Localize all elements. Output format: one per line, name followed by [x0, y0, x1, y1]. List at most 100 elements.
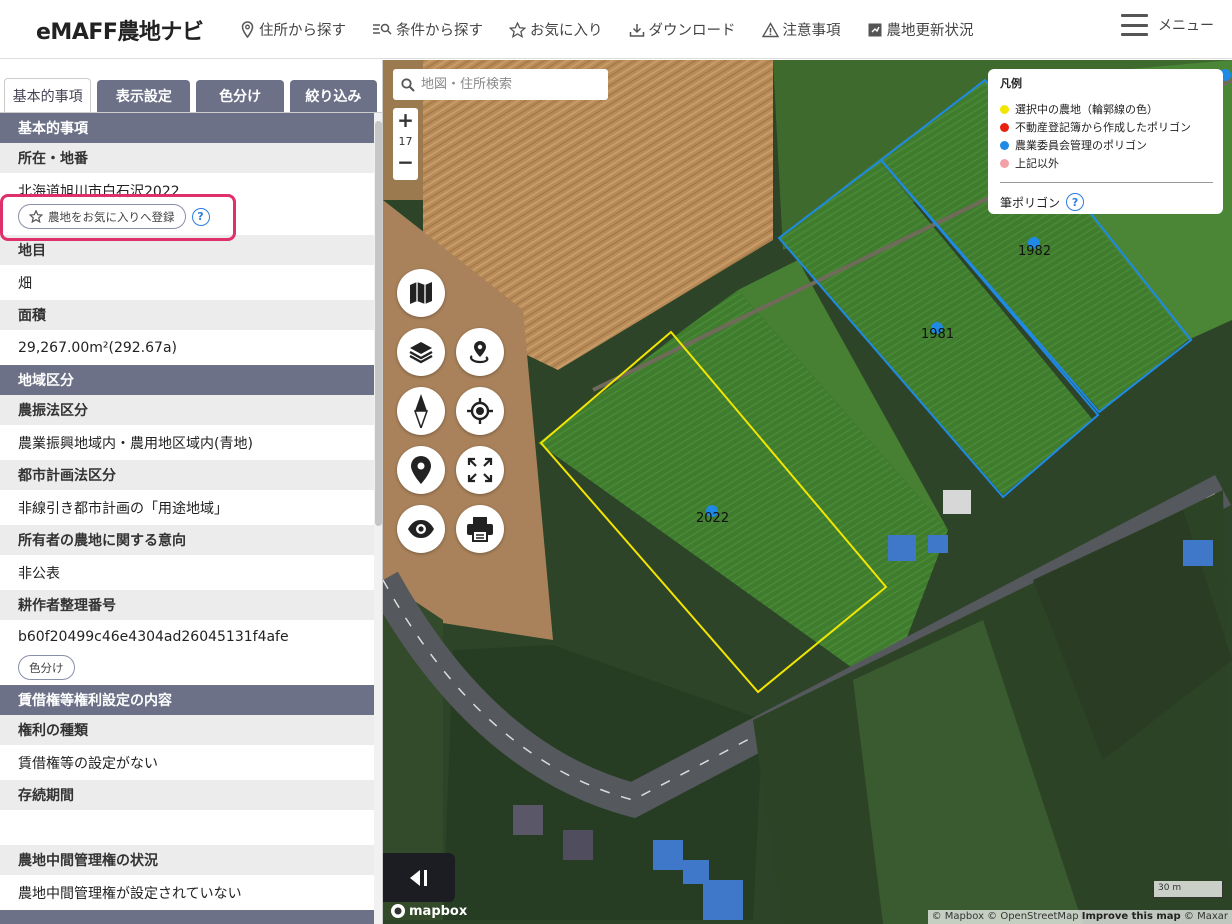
crosshair-icon: [467, 398, 493, 424]
nav-label: お気に入り: [530, 23, 603, 39]
legend-label: 農業委員会管理のポリゴン: [1015, 139, 1147, 152]
basemap-button[interactable]: [397, 269, 445, 317]
eye-icon: [408, 520, 434, 538]
section-lease: 賃借権等権利設定の内容: [0, 685, 374, 715]
map-view[interactable]: 2022 1981 1982 + 17 − 凡例 選択中の農地（輪郭線の色）: [383, 60, 1232, 924]
nav-label: 農地更新状況: [886, 23, 974, 39]
area-value: 29,267.00m²(292.67a): [18, 339, 177, 356]
tab-basic-info[interactable]: 基本的事項: [4, 78, 92, 112]
mapbox-logo[interactable]: mapbox: [390, 903, 467, 919]
search-icon: [401, 77, 415, 92]
app-header: eMAFF農地ナビ 住所から探す 条件から探す お気に入り ダウンロード 注意事…: [0, 0, 1232, 59]
zoom-out-button[interactable]: −: [393, 150, 418, 174]
legend-label: 選択中の農地（輪郭線の色）: [1015, 103, 1158, 116]
legend-item: 不動産登記簿から作成したポリゴン: [1000, 118, 1213, 136]
parcel-label[interactable]: 1981: [921, 327, 954, 342]
parcel-label[interactable]: 2022: [696, 511, 729, 526]
zoom-in-button[interactable]: +: [393, 108, 418, 132]
intermediary-value: 農地中間管理権が設定されていない: [18, 885, 242, 902]
duration-label: 存続期間: [0, 780, 374, 810]
tab-display-settings[interactable]: 表示設定: [97, 80, 191, 112]
attribution-text[interactable]: © Mapbox © OpenStreetMap: [932, 911, 1079, 922]
add-favorite-button[interactable]: 農地をお気に入りへ登録: [18, 204, 186, 229]
duration-value: [0, 810, 374, 845]
legend-divider: [1000, 182, 1213, 183]
farm-law-label: 農振法区分: [0, 395, 374, 425]
map-pin-icon: [411, 456, 431, 484]
add-favorite-label: 農地をお気に入りへ登録: [48, 209, 175, 224]
nav-notices[interactable]: 注意事項: [761, 19, 841, 40]
map-attribution: © Mapbox © OpenStreetMap Improve this ma…: [927, 910, 1232, 924]
fullscreen-icon: [467, 457, 493, 483]
sidebar-tabs: 基本的事項 表示設定 色分け 絞り込み: [0, 60, 382, 113]
help-icon[interactable]: ?: [191, 207, 210, 226]
city-plan-label: 都市計画法区分: [0, 460, 374, 490]
map-scale: 30 m: [1153, 881, 1223, 898]
tab-filter[interactable]: 絞り込み: [289, 80, 378, 112]
help-icon[interactable]: ?: [1066, 193, 1085, 211]
zoom-level: 17: [398, 134, 413, 148]
nav-download[interactable]: ダウンロード: [629, 19, 736, 40]
color-row: 色分け: [0, 650, 374, 685]
map-search-input[interactable]: [421, 77, 591, 92]
legend-item: 農業委員会管理のポリゴン: [1000, 136, 1213, 154]
hamburger-icon: [1121, 14, 1148, 36]
maxar-attribution[interactable]: © Maxar: [1184, 911, 1228, 922]
print-button[interactable]: [456, 505, 504, 553]
legend-item: 選択中の農地（輪郭線の色）: [1000, 100, 1213, 118]
owner-intent-value: 非公表: [18, 565, 60, 582]
collapse-left-icon: [410, 869, 427, 886]
star-icon: [29, 210, 43, 223]
menu-button[interactable]: メニュー: [1121, 14, 1214, 36]
legend-label: 上記以外: [1015, 157, 1059, 170]
sidebar-scrollbar[interactable]: [374, 113, 382, 924]
collapse-sidebar-button[interactable]: [383, 853, 455, 902]
pen-polygon-row: 筆ポリゴン ?: [1000, 193, 1213, 211]
map-search-box[interactable]: [393, 69, 608, 100]
fullscreen-button[interactable]: [456, 446, 504, 494]
nav-condition-search[interactable]: 条件から探す: [372, 19, 483, 40]
nav-address-search[interactable]: 住所から探す: [240, 19, 346, 40]
location-value: 北海道旭川市白石沢2022: [18, 184, 180, 198]
warning-icon: [761, 21, 779, 37]
menu-label: メニュー: [1158, 18, 1214, 34]
owner-intent-label: 所有者の農地に関する意向: [0, 525, 374, 555]
legend-label: 不動産登記簿から作成したポリゴン: [1015, 121, 1191, 134]
right-type-value: 賃借権等の設定がない: [18, 755, 158, 772]
compass-button[interactable]: [397, 387, 445, 435]
current-location-button[interactable]: [456, 387, 504, 435]
land-type-value: 畑: [18, 275, 32, 292]
color-code-button[interactable]: 色分け: [18, 655, 75, 680]
route-pin-button[interactable]: [456, 328, 504, 376]
pen-polygon-label: 筆ポリゴン: [1000, 195, 1061, 210]
app-logo[interactable]: eMAFF農地ナビ: [36, 14, 204, 46]
section-next: [0, 910, 374, 924]
nav-favorites[interactable]: お気に入り: [509, 19, 603, 40]
zoom-control: + 17 −: [393, 108, 418, 180]
nav-update-status[interactable]: 農地更新状況: [867, 19, 974, 40]
nav-label: 条件から探す: [396, 23, 483, 39]
visibility-button[interactable]: [397, 505, 445, 553]
farmer-id-value: b60f20499c46e4304ad26045131f4afe: [18, 629, 289, 645]
location-label: 所在・地番: [0, 143, 374, 173]
marker-button[interactable]: [397, 446, 445, 494]
tab-color-coding[interactable]: 色分け: [196, 80, 284, 112]
sidebar-content[interactable]: 基本的事項 所在・地番 北海道旭川市白石沢2022 農地をお気に入りへ登録 ? …: [0, 113, 374, 924]
legend-dot: [1000, 158, 1009, 168]
section-zoning: 地域区分: [0, 365, 374, 395]
right-type-label: 権利の種類: [0, 715, 374, 745]
parcel-label[interactable]: 1982: [1018, 244, 1051, 259]
info-sidebar: 基本的事項 表示設定 色分け 絞り込み 基本的事項 所在・地番 北海道旭川市白石…: [0, 60, 383, 924]
legend-item: 上記以外: [1000, 154, 1213, 172]
layers-button[interactable]: [397, 328, 445, 376]
main-nav: 住所から探す 条件から探す お気に入り ダウンロード 注意事項 農地更新状況: [240, 0, 1000, 59]
legend-dot: [1000, 122, 1009, 132]
scrollbar-thumb[interactable]: [375, 121, 382, 526]
improve-map-link[interactable]: Improve this map: [1082, 911, 1181, 922]
land-type-label: 地目: [0, 235, 374, 265]
nav-label: ダウンロード: [648, 23, 736, 39]
mapbox-label: mapbox: [409, 903, 468, 919]
intermediary-label: 農地中間管理権の状況: [0, 845, 374, 875]
farmer-id-label: 耕作者整理番号: [0, 590, 374, 620]
nav-label: 注意事項: [782, 23, 841, 39]
